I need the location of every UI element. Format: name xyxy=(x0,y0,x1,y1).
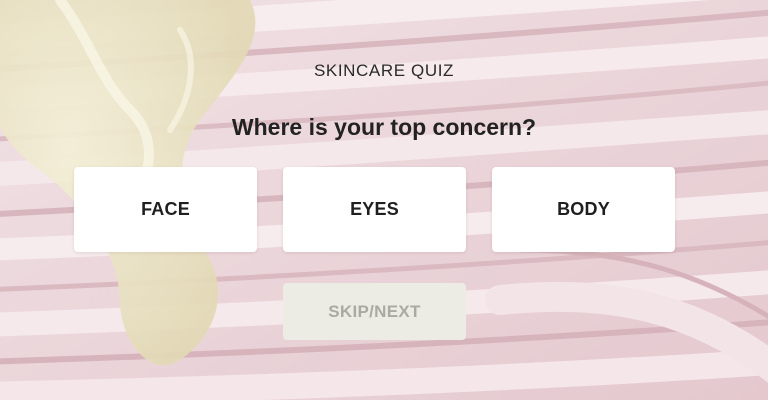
option-eyes-label: EYES xyxy=(350,199,399,219)
quiz-question: Where is your top concern? xyxy=(231,114,537,140)
option-face-button[interactable]: FACE xyxy=(74,167,257,252)
skip-next-button[interactable]: SKIP/NEXT xyxy=(283,283,466,340)
skincare-quiz: SKINCARE QUIZ Where is your top concern?… xyxy=(0,0,768,400)
skip-next-label: SKIP/NEXT xyxy=(328,301,421,321)
option-eyes-button[interactable]: EYES xyxy=(283,167,466,252)
option-body-button[interactable]: BODY xyxy=(492,167,675,252)
option-face-label: FACE xyxy=(141,199,190,219)
option-body-label: BODY xyxy=(557,199,610,219)
quiz-eyebrow: SKINCARE QUIZ xyxy=(313,61,455,80)
